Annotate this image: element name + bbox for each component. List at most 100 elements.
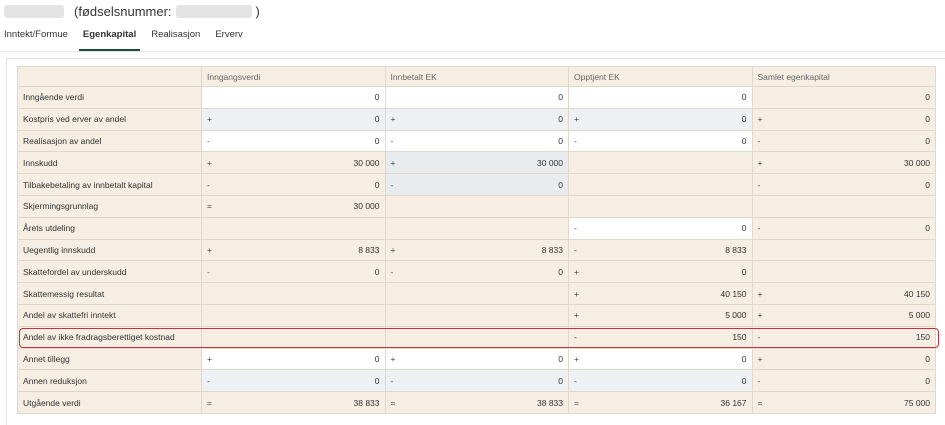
value-cell: = 38 833 (384, 391, 569, 414)
value-cell: -0 (751, 129, 936, 153)
operator-sign: + (574, 310, 579, 321)
tab-egenkapital[interactable]: Egenkapital (78, 29, 141, 51)
cell-value: 0 (374, 375, 380, 386)
value-cell[interactable]: +0 (568, 347, 753, 371)
cell-value: 30 000 (353, 201, 380, 212)
cell-value: 0 (741, 353, 747, 364)
value-cell (201, 282, 386, 305)
cell-value: 0 (558, 179, 563, 190)
row-label: Kostpris ved erver av andel (17, 107, 202, 131)
value-cell[interactable]: 0 (201, 86, 386, 109)
cell-content: +0 (207, 354, 380, 364)
cell-content: +0 (391, 354, 564, 364)
table-row: Innskudd +30 000 +30 000 +30 000 (17, 151, 936, 175)
value-cell[interactable]: +0 (568, 107, 753, 131)
value-cell: - 8 833 (568, 238, 753, 262)
value-cell[interactable]: -0 (384, 129, 569, 153)
cell-content: = 75 000 (758, 398, 931, 408)
cell-content: +0 (574, 267, 747, 277)
cell-content: - 150 (758, 332, 931, 342)
column-header-innbetalt-ek: Innbetalt EK (384, 66, 569, 87)
cell-value: 5 000 (725, 310, 747, 321)
cell-value: 0 (925, 223, 930, 234)
operator-sign: + (207, 114, 212, 125)
row-label: Inngående verdi (17, 86, 202, 109)
value-cell: +30 000 (751, 151, 936, 175)
row-label: Andel av ikke fradragsberettiget kostnad (17, 325, 202, 349)
operator-sign: + (757, 288, 763, 299)
cell-value: 0 (741, 135, 747, 146)
cell-content: -0 (574, 223, 747, 233)
column-header-samlet-egenkapital: Samlet egenkapital (751, 66, 936, 87)
cell-content: +30 000 (207, 158, 380, 168)
table-row: Skattefordel av underskudd -0-0 +0 (17, 260, 936, 284)
value-cell[interactable]: -0 (201, 129, 386, 153)
operator-sign: - (390, 179, 394, 190)
tab-erverv[interactable]: Erverv (215, 29, 242, 51)
value-cell (384, 282, 569, 305)
value-cell: +0 (751, 347, 936, 371)
row-label: Skattefordel av underskudd (17, 260, 202, 284)
operator-sign: = (207, 201, 212, 212)
value-cell[interactable]: +0 (201, 107, 386, 131)
tab-inntekt-formue[interactable]: Inntekt/Formue (4, 29, 68, 51)
operator-sign: + (207, 157, 212, 168)
cell-value: 8 833 (358, 244, 380, 255)
cell-value: 0 (925, 135, 930, 146)
tab-bar: Inntekt/Formue Egenkapital Realisasjon E… (4, 29, 258, 51)
cell-value: 0 (374, 114, 380, 125)
cell-content: -0 (391, 136, 564, 146)
value-cell: -0 (751, 216, 936, 240)
equity-table: Inngangsverdi Innbetalt EK Opptjent EK S… (17, 66, 936, 414)
value-cell (201, 303, 386, 327)
value-cell: = 75 000 (751, 391, 936, 414)
operator-sign: + (390, 157, 396, 168)
operator-sign: - (757, 375, 761, 386)
value-cell[interactable]: -0 (568, 216, 753, 240)
value-cell (568, 151, 753, 175)
cell-content: -0 (574, 376, 747, 386)
cell-value: 0 (558, 135, 563, 146)
operator-sign: = (390, 397, 396, 408)
value-cell[interactable]: 0 (568, 86, 753, 109)
table-row: Skattemessig resultat +40 150 +40 150 (17, 282, 936, 305)
value-cell[interactable]: +0 (384, 107, 569, 131)
ssn-label: (fødselsnummer: (74, 3, 172, 19)
cell-value: 0 (741, 375, 747, 386)
value-cell: = 38 833 (201, 391, 386, 414)
cell-value: 0 (925, 92, 930, 103)
tab-realisasjon[interactable]: Realisasjon (151, 29, 200, 51)
value-cell: +40 150 (568, 282, 753, 305)
value-cell[interactable]: -0 (201, 369, 386, 393)
row-label: Tilbakebetaling av innbetalt kapital (17, 173, 202, 196)
cell-content: -0 (207, 376, 380, 386)
cell-content: -0 (574, 136, 747, 146)
cell-content: -0 (758, 376, 931, 386)
value-cell[interactable]: 0 (384, 86, 569, 109)
table-row: Realisasjon av andel -0-0-0-0 (17, 129, 936, 153)
cell-value: 0 (374, 135, 380, 146)
operator-sign: + (207, 353, 212, 364)
operator-sign: - (390, 375, 394, 386)
cell-content: = 38 833 (207, 398, 380, 408)
cell-value: 36 167 (720, 397, 747, 408)
value-cell (384, 303, 569, 327)
value-cell (201, 325, 386, 349)
row-label: Uegentlig innskudd (17, 238, 202, 262)
operator-sign: + (757, 353, 763, 364)
value-cell (201, 216, 386, 240)
value-cell: +5 000 (751, 303, 936, 327)
value-cell[interactable]: +0 (384, 347, 569, 371)
value-cell[interactable]: -0 (384, 369, 569, 393)
cell-content: -0 (207, 180, 380, 190)
value-cell[interactable]: +0 (201, 347, 386, 371)
table-row: Skjermingsgrunnlag = 30 000 (17, 194, 936, 218)
cell-value: 0 (925, 375, 930, 386)
table-row: Andel av skattefri inntekt +5 000 +5 000 (17, 303, 936, 327)
value-cell[interactable]: -0 (568, 369, 753, 393)
cell-content: - 150 (574, 332, 747, 342)
cell-content: 0 (758, 92, 930, 103)
operator-sign: - (574, 244, 577, 255)
value-cell[interactable]: -0 (568, 129, 753, 153)
cell-content: -0 (391, 267, 564, 277)
